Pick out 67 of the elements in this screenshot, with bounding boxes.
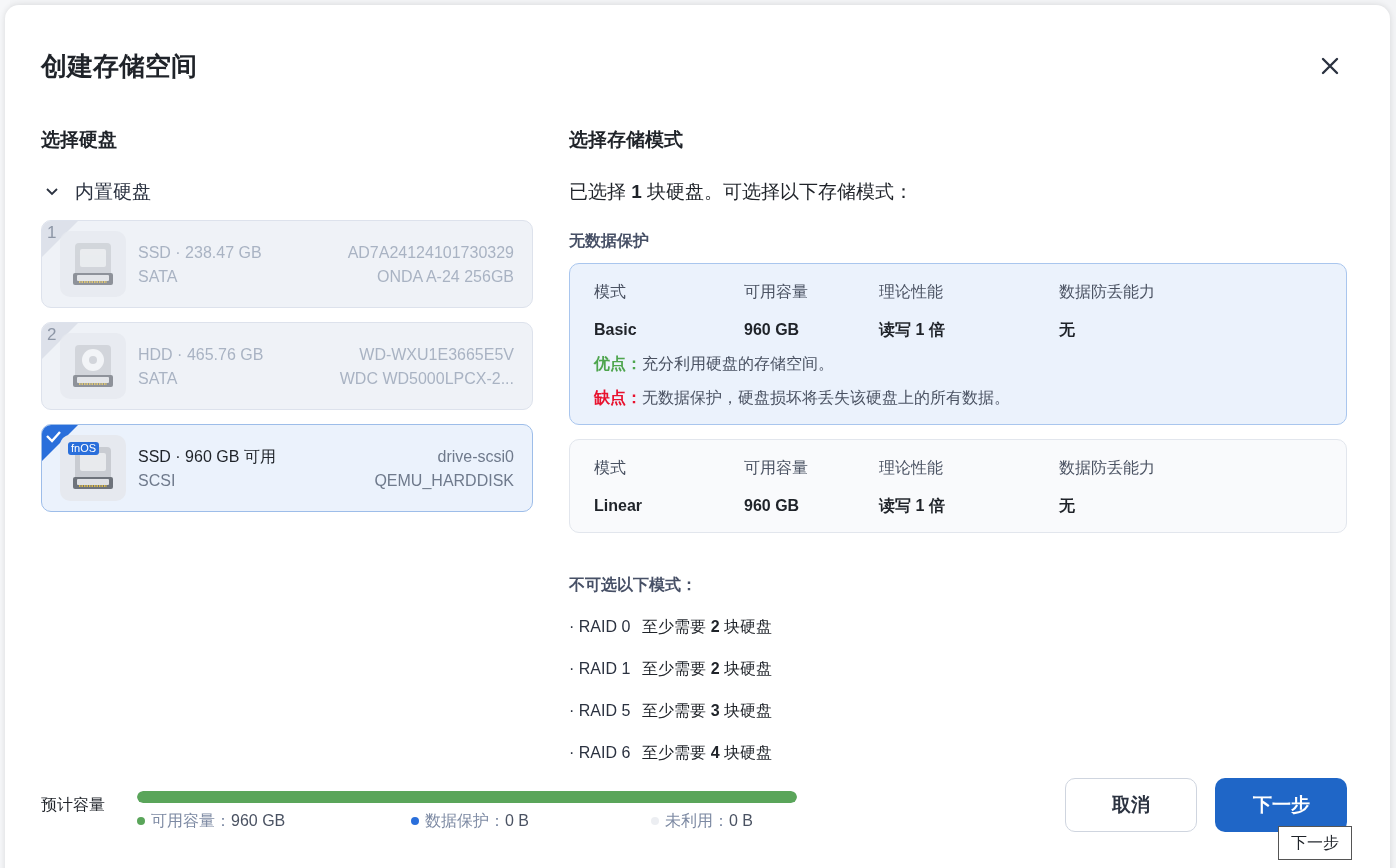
legend-value: 0 B: [729, 812, 753, 830]
close-icon[interactable]: [1320, 56, 1340, 76]
dialog-title: 创建存储空间: [41, 49, 197, 83]
column-label: 可用容量: [744, 282, 809, 302]
disk-bus: SATA: [138, 368, 178, 389]
disk-type-size: SSD · 238.47 GB: [138, 242, 262, 263]
raid-name: · RAID 1: [569, 659, 631, 679]
disk-serial: drive-scsi0: [437, 446, 514, 467]
disk-type-size: HDD · 465.76 GB: [138, 344, 264, 365]
mode-value: 读写 1 倍: [879, 496, 946, 516]
mode-value: 读写 1 倍: [879, 320, 946, 340]
legend-label: 未利用：: [665, 810, 729, 831]
legend-value: 960 GB: [231, 812, 286, 830]
disk-model: ONDA A-24 256GB: [377, 266, 514, 287]
disk-type-size: SSD · 960 GB 可用: [138, 446, 276, 467]
disk-number: 1: [47, 223, 57, 243]
disk-bus: SCSI: [138, 470, 176, 491]
disk-model: QEMU_HARDDISK: [374, 470, 514, 491]
legend-value: 0 B: [505, 812, 529, 830]
cons-label: 缺点：: [594, 389, 642, 406]
mode-value: 无: [1059, 496, 1076, 516]
disk-model: WDC WD5000LPCX-2...: [339, 368, 514, 389]
selection-summary: 已选择 1 块硬盘。可选择以下存储模式：: [569, 180, 915, 204]
disk-bus: SATA: [138, 266, 178, 287]
mode-card[interactable]: 模式 可用容量 理论性能 数据防丢能力 Basic 960 GB 读写 1 倍 无 优点：充分利用硬盘的存储空间。 缺点：无数据保护，硬盘损坏将丢失该硬盘上的所有数据。: [569, 263, 1347, 425]
pros-text: 充分利用硬盘的存储空间。: [642, 355, 834, 372]
os-badge: fnOS: [68, 442, 100, 455]
tooltip: 下一步: [1278, 826, 1352, 860]
column-label: 数据防丢能力: [1059, 282, 1156, 302]
column-label: 数据防丢能力: [1059, 458, 1156, 478]
mode-value: 960 GB: [744, 496, 801, 516]
disk-serial: WD-WXU1E3665E5V: [359, 344, 514, 365]
raid-name: · RAID 0: [569, 617, 631, 637]
raid-requirement: 至少需要 4 块硬盘: [642, 743, 773, 763]
group-label: 无数据保护: [569, 231, 650, 251]
capacity-label: 预计容量: [41, 794, 106, 815]
hard-drive-icon: [71, 343, 115, 389]
raid-name: · RAID 5: [569, 701, 631, 721]
cancel-button[interactable]: 取消: [1065, 778, 1197, 832]
mode-value: Linear: [594, 496, 643, 516]
raid-requirement: 至少需要 3 块硬盘: [642, 701, 773, 721]
raid-requirement: 至少需要 2 块硬盘: [642, 659, 773, 679]
column-label: 理论性能: [879, 458, 944, 478]
group-label: 不可选以下模式：: [569, 575, 698, 595]
disk-number: 2: [47, 325, 57, 345]
legend-label: 数据保护：: [425, 810, 505, 831]
next-button[interactable]: 下一步: [1215, 778, 1347, 832]
column-label: 可用容量: [744, 458, 809, 478]
mode-card[interactable]: 模式 可用容量 理论性能 数据防丢能力 Linear 960 GB 读写 1 倍 无: [569, 439, 1347, 533]
column-label: 模式: [594, 282, 627, 302]
tree-group[interactable]: 内置硬盘: [45, 178, 533, 206]
ssd-drive-icon: [71, 241, 115, 287]
disk-card[interactable]: fnOS SSD · 960 GB 可用 drive-scsi0 SCSI QEMU_HARDDISK: [41, 424, 533, 512]
pros-label: 优点：: [594, 355, 642, 372]
column-label: 理论性能: [879, 282, 944, 302]
disk-serial: AD7A24124101730329: [347, 242, 514, 263]
raid-requirement: 至少需要 2 块硬盘: [642, 617, 773, 637]
section-heading: 选择硬盘: [41, 128, 118, 152]
column-label: 模式: [594, 458, 627, 478]
mode-value: Basic: [594, 320, 638, 340]
mode-value: 无: [1059, 320, 1076, 340]
raid-name: · RAID 6: [569, 743, 631, 763]
ssd-drive-icon: [71, 445, 115, 491]
mode-value: 960 GB: [744, 320, 801, 340]
section-heading: 选择存储模式: [569, 128, 684, 152]
cons-text: 无数据保护，硬盘损坏将丢失该硬盘上的所有数据。: [642, 389, 1010, 406]
legend-label: 可用容量：: [151, 810, 231, 831]
